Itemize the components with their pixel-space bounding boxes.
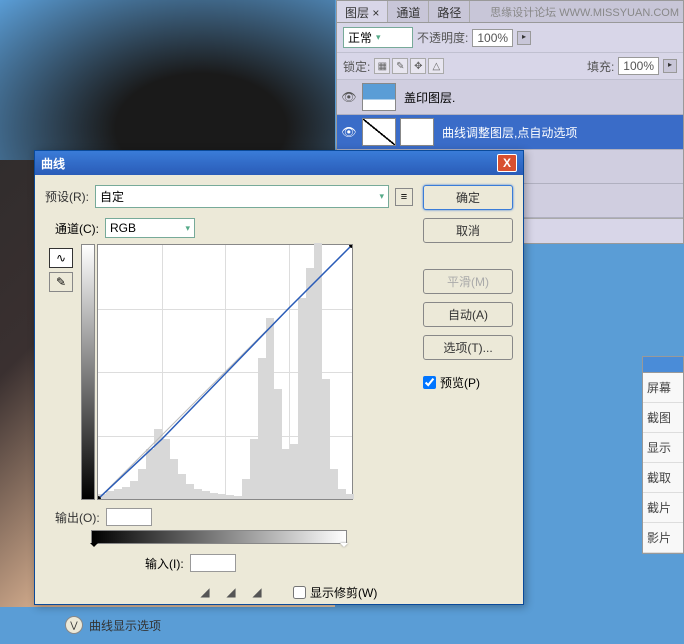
side-menu-header — [643, 357, 683, 373]
channel-value: RGB — [110, 221, 136, 235]
visibility-icon[interactable]: 👁 — [340, 123, 358, 141]
dialog-left: 预设(R): 自定 ▾ ≡ 通道(C): RGB ▾ ∿ ✎ — [45, 185, 413, 634]
visibility-icon[interactable]: 👁 — [340, 88, 358, 106]
blend-row: 正常 ▾ 不透明度: 100% ▸ — [337, 23, 683, 53]
input-input[interactable] — [190, 554, 236, 572]
blend-mode-value: 正常 — [348, 29, 372, 46]
close-icon[interactable]: X — [497, 154, 517, 172]
tab-channels[interactable]: 通道 — [388, 1, 429, 22]
output-gradient — [81, 244, 95, 500]
preview-label: 预览(P) — [440, 374, 480, 391]
input-label: 输入(I): — [145, 555, 184, 572]
preset-label: 预设(R): — [45, 188, 89, 205]
curve-area: ∿ ✎ — [45, 244, 413, 500]
show-clip-label: 显示修剪(W) — [310, 584, 377, 601]
input-row: 输入(I): — [45, 554, 413, 572]
side-menu-item[interactable]: 截取 — [643, 463, 683, 493]
output-input[interactable] — [106, 508, 152, 526]
preview-checkbox[interactable] — [423, 376, 436, 389]
lock-label: 锁定: — [343, 58, 370, 75]
side-menu-item[interactable]: 显示 — [643, 433, 683, 463]
auto-button[interactable]: 自动(A) — [423, 302, 513, 327]
output-label: 输出(O): — [55, 509, 100, 526]
side-menu-item[interactable]: 影片 — [643, 523, 683, 553]
curve-tools: ∿ ✎ — [45, 244, 77, 500]
dialog-titlebar[interactable]: 曲线 X — [35, 151, 523, 175]
lock-paint-icon[interactable]: ✎ — [392, 58, 408, 74]
chevron-down-icon: ▾ — [376, 32, 381, 43]
fill-slider-icon[interactable]: ▸ — [663, 59, 677, 73]
side-menu-item[interactable]: 截图 — [643, 403, 683, 433]
display-options-label: 曲线显示选项 — [89, 617, 161, 634]
tab-layers[interactable]: 图层 × — [337, 1, 388, 22]
side-menu-item[interactable]: 屏幕 — [643, 373, 683, 403]
preset-row: 预设(R): 自定 ▾ ≡ — [45, 185, 413, 208]
lock-row: 锁定: ▦ ✎ ✥ △ 填充: 100% ▸ — [337, 53, 683, 80]
gray-point-eyedropper-icon[interactable]: ◢ — [221, 582, 241, 602]
output-row: 输出(O): — [45, 508, 413, 526]
chevron-down-icon: ▾ — [379, 191, 384, 202]
curves-thumbnail — [362, 118, 396, 146]
layer-name: 盖印图层. — [400, 89, 455, 106]
lock-icons: ▦ ✎ ✥ △ — [374, 58, 444, 74]
smooth-button: 平滑(M) — [423, 269, 513, 294]
show-clip-checkbox[interactable] — [293, 586, 306, 599]
eyedropper-row: ◢ ◢ ◢ 显示修剪(W) — [45, 582, 413, 602]
channel-select[interactable]: RGB ▾ — [105, 218, 195, 238]
display-options-row[interactable]: ⋁ 曲线显示选项 — [45, 616, 413, 634]
opacity-label: 不透明度: — [417, 29, 468, 46]
preset-select[interactable]: 自定 ▾ — [95, 185, 389, 208]
lock-position-icon[interactable]: ✥ — [410, 58, 426, 74]
opacity-value[interactable]: 100% — [472, 29, 513, 47]
curve-grid[interactable] — [97, 244, 353, 500]
fill-value[interactable]: 100% — [618, 57, 659, 75]
fill-label: 填充: — [587, 58, 614, 75]
pencil-curve-tool[interactable]: ✎ — [49, 272, 73, 292]
blend-mode-select[interactable]: 正常 ▾ — [343, 27, 413, 48]
expand-icon[interactable]: ⋁ — [65, 616, 83, 634]
lock-transparency-icon[interactable]: ▦ — [374, 58, 390, 74]
layer-name: 曲线调整图层,点自动选项 — [438, 124, 577, 141]
curves-dialog: 曲线 X 预设(R): 自定 ▾ ≡ 通道(C): RGB ▾ — [34, 150, 524, 605]
layer-thumbnail — [362, 83, 396, 111]
preview-checkbox-row: 预览(P) — [423, 374, 513, 391]
curve-container — [81, 244, 353, 500]
tab-paths[interactable]: 路径 — [429, 1, 470, 22]
dialog-body: 预设(R): 自定 ▾ ≡ 通道(C): RGB ▾ ∿ ✎ — [35, 175, 523, 644]
curve-line — [98, 245, 352, 499]
options-button[interactable]: 选项(T)... — [423, 335, 513, 360]
input-gradient[interactable] — [91, 530, 347, 544]
chevron-down-icon: ▾ — [185, 223, 190, 234]
channel-row: 通道(C): RGB ▾ — [45, 218, 413, 238]
black-point-eyedropper-icon[interactable]: ◢ — [195, 582, 215, 602]
dialog-title: 曲线 — [41, 155, 65, 172]
preset-menu-icon[interactable]: ≡ — [395, 188, 413, 206]
dialog-buttons: 确定 取消 平滑(M) 自动(A) 选项(T)... 预览(P) — [423, 185, 513, 634]
mask-thumbnail — [400, 118, 434, 146]
side-menu-item[interactable]: 截片 — [643, 493, 683, 523]
channel-label: 通道(C): — [55, 220, 99, 237]
layer-item-selected[interactable]: 👁 曲线调整图层,点自动选项 — [337, 115, 683, 150]
lock-all-icon[interactable]: △ — [428, 58, 444, 74]
point-curve-tool[interactable]: ∿ — [49, 248, 73, 268]
white-point-eyedropper-icon[interactable]: ◢ — [247, 582, 267, 602]
opacity-slider-icon[interactable]: ▸ — [517, 31, 531, 45]
preset-value: 自定 — [100, 188, 124, 205]
ok-button[interactable]: 确定 — [423, 185, 513, 210]
side-context-menu: 屏幕 截图 显示 截取 截片 影片 — [642, 356, 684, 554]
show-clip-checkbox-row: 显示修剪(W) — [293, 584, 377, 601]
layer-item[interactable]: 👁 盖印图层. — [337, 80, 683, 115]
watermark-text: 思缘设计论坛 WWW.MISSYUAN.COM — [490, 4, 679, 20]
cancel-button[interactable]: 取消 — [423, 218, 513, 243]
